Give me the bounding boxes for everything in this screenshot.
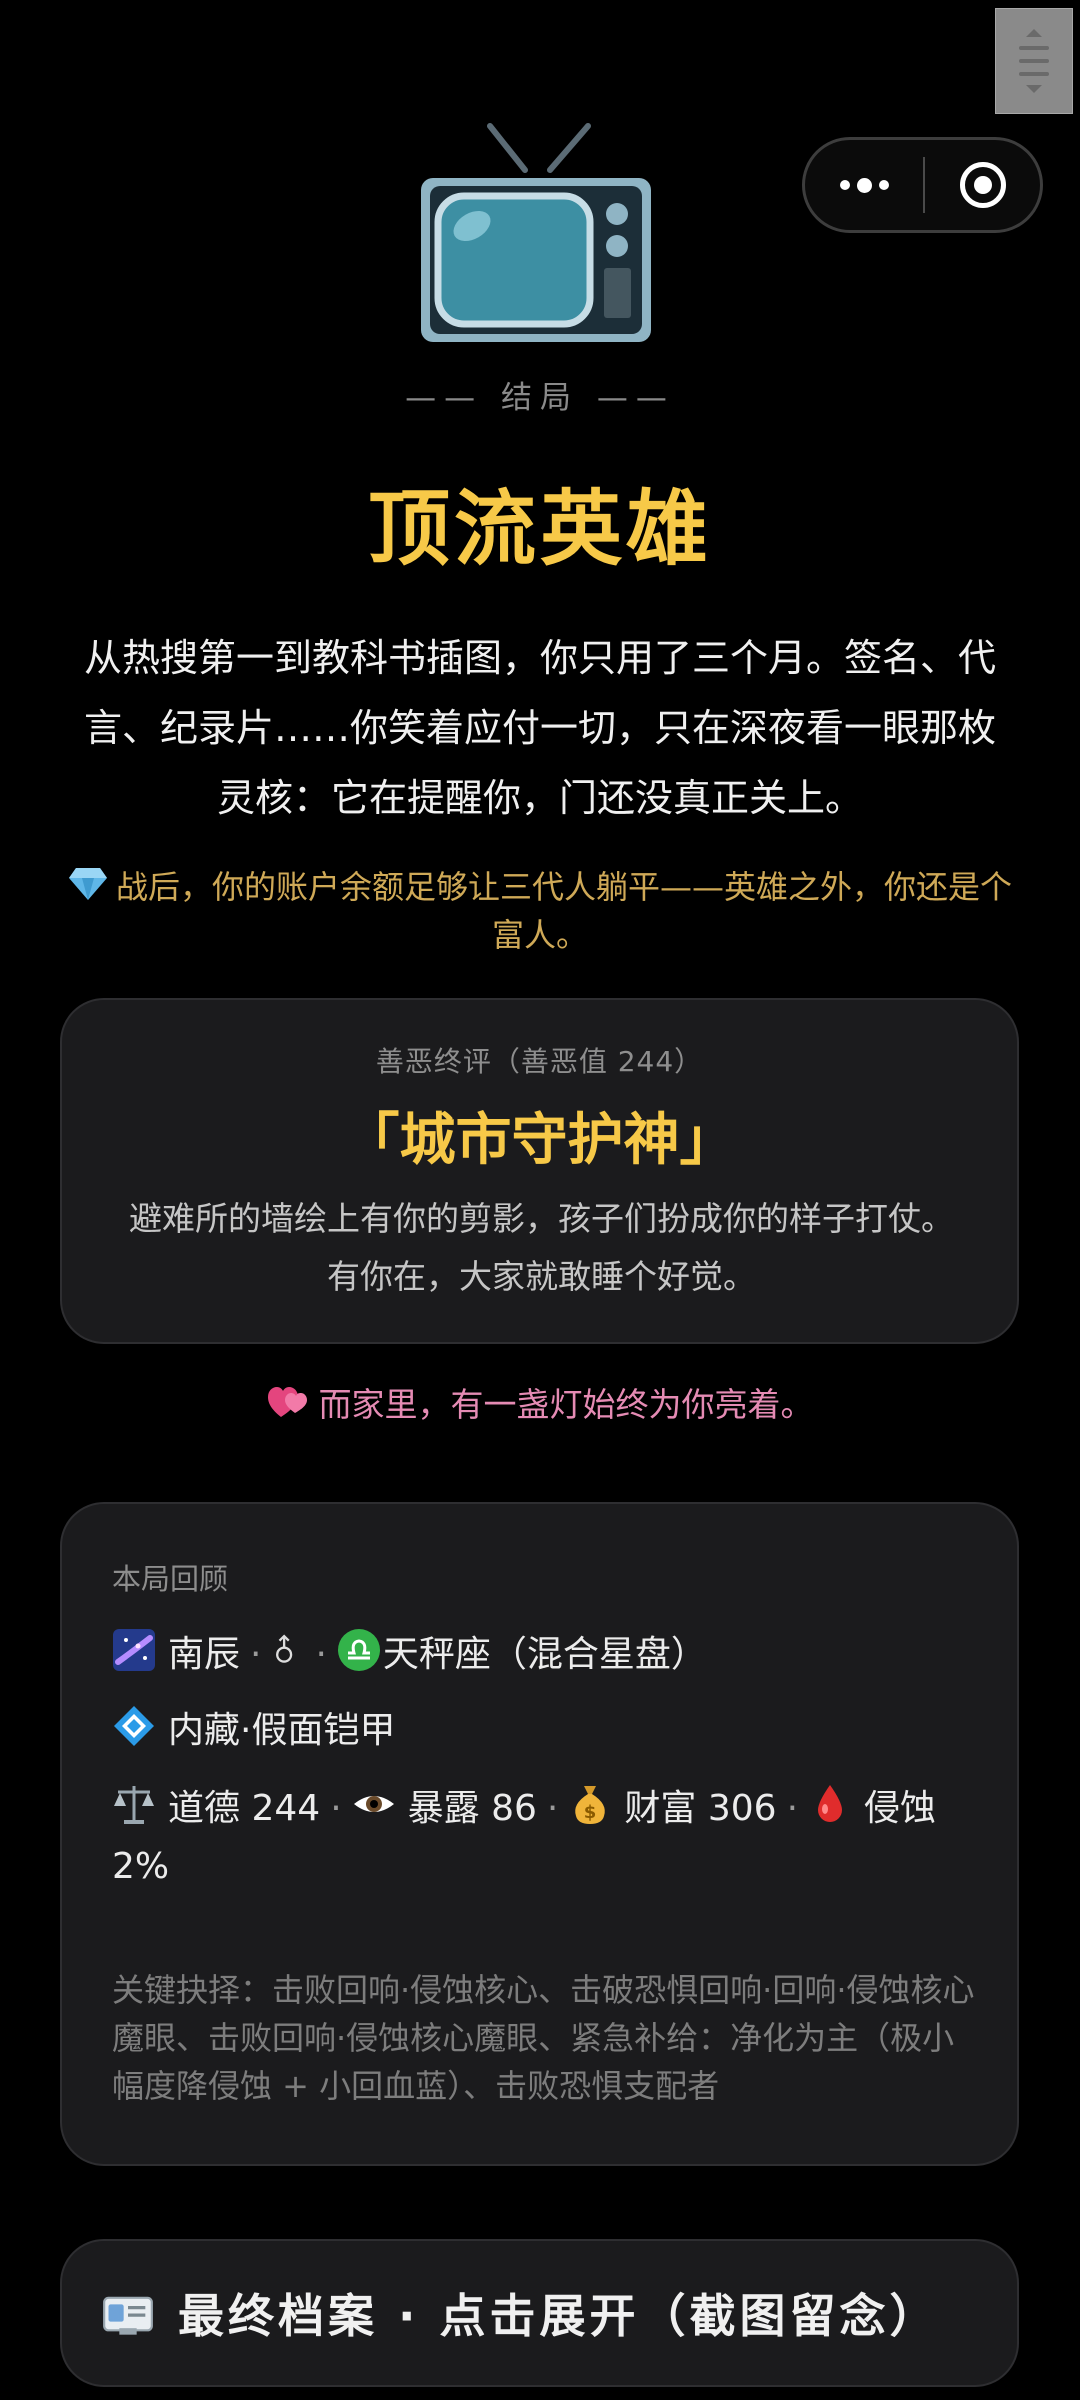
wealth-note-text: 战后，你的账户余额足够让三代人躺平——英雄之外，你还是个富人。 — [115, 868, 1012, 954]
character-name: 南辰 — [168, 1634, 241, 1675]
wealth-note: 战后，你的账户余额足够让三代人躺平——英雄之外，你还是个富人。 — [62, 863, 1018, 959]
final-archive-label: 最终档案 · 点击展开（截图留念） — [178, 2289, 940, 2343]
wealth-label: 财富 — [624, 1788, 697, 1829]
eye-icon — [353, 1796, 394, 1812]
judgement-title: 「城市守护神」 — [343, 1108, 736, 1173]
ending-label: —— 结局 —— — [405, 380, 675, 416]
close-icon[interactable] — [925, 140, 1040, 230]
ending-screen: —— 结局 —— 顶流英雄 从热搜第一到教科书插图，你只用了三个月。签名、代言、… — [0, 0, 1080, 2400]
galaxy-icon — [113, 1629, 155, 1671]
judgement-text: 避难所的墙绘上有你的剪影，孩子们扮成你的样子打仗。有你在，大家就敢睡个好觉。 — [129, 1199, 954, 1296]
money-bag-icon: $ — [575, 1786, 606, 1824]
review-card: 本局回顾 南辰 · · 天秤座（混合星盘） 内藏·假面铠甲 道德 244 · 暴… — [60, 1502, 1019, 2166]
corrosion-value: 2% — [112, 1846, 170, 1887]
heart-icon — [267, 1387, 307, 1417]
judgement-card: 善恶终评（善恶值 244） 「城市守护神」 避难所的墙绘上有你的剪影，孩子们扮成… — [60, 998, 1019, 1344]
family-note-text: 而家里，有一盏灯始终为你亮着。 — [318, 1385, 814, 1424]
miniprogram-capsule — [802, 137, 1043, 233]
exposure-value: 86 — [491, 1788, 537, 1829]
key-choices: 关键抉择：击败回响·侵蚀核心、击破恐惧回响·回响·侵蚀核心魔眼、击败回响·侵蚀核… — [112, 1971, 975, 2105]
morality-value: 244 — [251, 1788, 321, 1829]
blood-drop-icon — [818, 1785, 843, 1822]
identity-line: 南辰 · · 天秤座（混合星盘） — [112, 1626, 982, 1684]
trait-label: 内藏·假面铠甲 — [168, 1710, 396, 1751]
scales-icon — [114, 1786, 154, 1824]
final-archive-button[interactable]: 最终档案 · 点击展开（截图留念） — [60, 2239, 1019, 2387]
stats-line: 道德 244 · 暴露 86 · $ 财富 306 · 侵蚀 2% — [112, 1780, 982, 1896]
ending-title: 顶流英雄 — [367, 482, 712, 577]
diamond-icon — [114, 1706, 154, 1746]
judgement-caption: 善恶终评（善恶值 244） — [375, 1045, 704, 1078]
id-card-icon — [103, 2296, 153, 2335]
tv-icon — [421, 123, 651, 342]
wealth-value: 306 — [707, 1788, 777, 1829]
libra-icon — [337, 1629, 380, 1671]
gem-icon — [68, 868, 107, 900]
trait-line: 内藏·假面铠甲 — [112, 1702, 982, 1760]
exposure-label: 暴露 — [407, 1788, 480, 1829]
male-icon — [276, 1634, 293, 1663]
review-title: 本局回顾 — [112, 1562, 229, 1596]
ending-description: 从热搜第一到教科书插图，你只用了三个月。签名、代言、纪录片……你笑着应付一切，只… — [83, 636, 996, 820]
zodiac-label: 天秤座（混合星盘） — [382, 1634, 707, 1675]
more-icon[interactable] — [805, 140, 923, 230]
family-note: 而家里，有一盏灯始终为你亮着。 — [0, 1378, 1080, 1426]
corrosion-label: 侵蚀 — [864, 1788, 937, 1829]
svg-text:$: $ — [584, 1802, 597, 1823]
morality-label: 道德 — [168, 1788, 241, 1829]
scroll-handle[interactable] — [995, 8, 1073, 114]
